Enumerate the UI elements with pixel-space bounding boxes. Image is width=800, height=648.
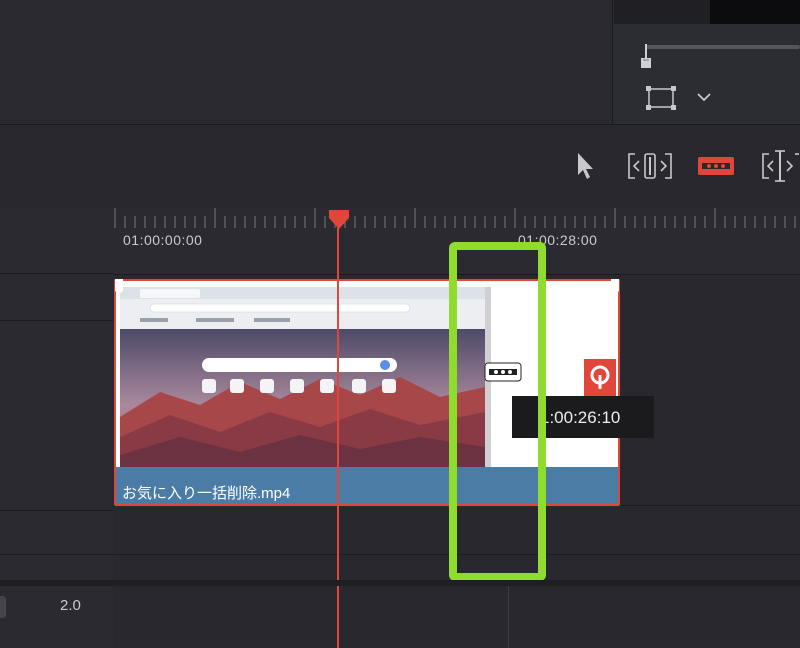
- transform-icon[interactable]: [646, 86, 676, 110]
- panel-divider[interactable]: [0, 580, 800, 586]
- timeline-marker-line: [508, 586, 509, 648]
- trim-edit-icon[interactable]: [627, 151, 673, 181]
- viewer-screen: [710, 0, 800, 24]
- clip-thumbnail: [120, 287, 485, 467]
- ruler-ticks: [114, 208, 796, 228]
- track-speed-value: 2.0: [60, 597, 81, 614]
- tooltip-timecode: 1:00:26:10: [540, 408, 621, 427]
- ruler-timecode-start: 01:00:00:00: [123, 232, 203, 248]
- clip-name: お気に入り一括削除.mp4: [122, 485, 291, 502]
- clip-trim-handle-left[interactable]: [113, 279, 125, 295]
- chevron-down-icon[interactable]: [695, 89, 713, 105]
- viewer-panel: [0, 0, 612, 124]
- arrow-pointer-icon[interactable]: [574, 151, 596, 181]
- razor-cursor-icon: [484, 362, 522, 382]
- zoom-slider-handle[interactable]: [639, 44, 653, 70]
- clip-trim-handle-right[interactable]: [609, 279, 621, 295]
- dynamic-trim-icon[interactable]: [761, 149, 800, 183]
- viewer-strip: [614, 0, 710, 24]
- playhead-handle[interactable]: [327, 208, 351, 230]
- zoom-slider-track[interactable]: [646, 45, 800, 49]
- red-logo-icon: [584, 359, 616, 397]
- highlight-box: [449, 242, 546, 581]
- razor-blade-icon[interactable]: [697, 153, 735, 179]
- speed-knob[interactable]: [0, 596, 6, 618]
- timeline-toolbar: [0, 124, 800, 209]
